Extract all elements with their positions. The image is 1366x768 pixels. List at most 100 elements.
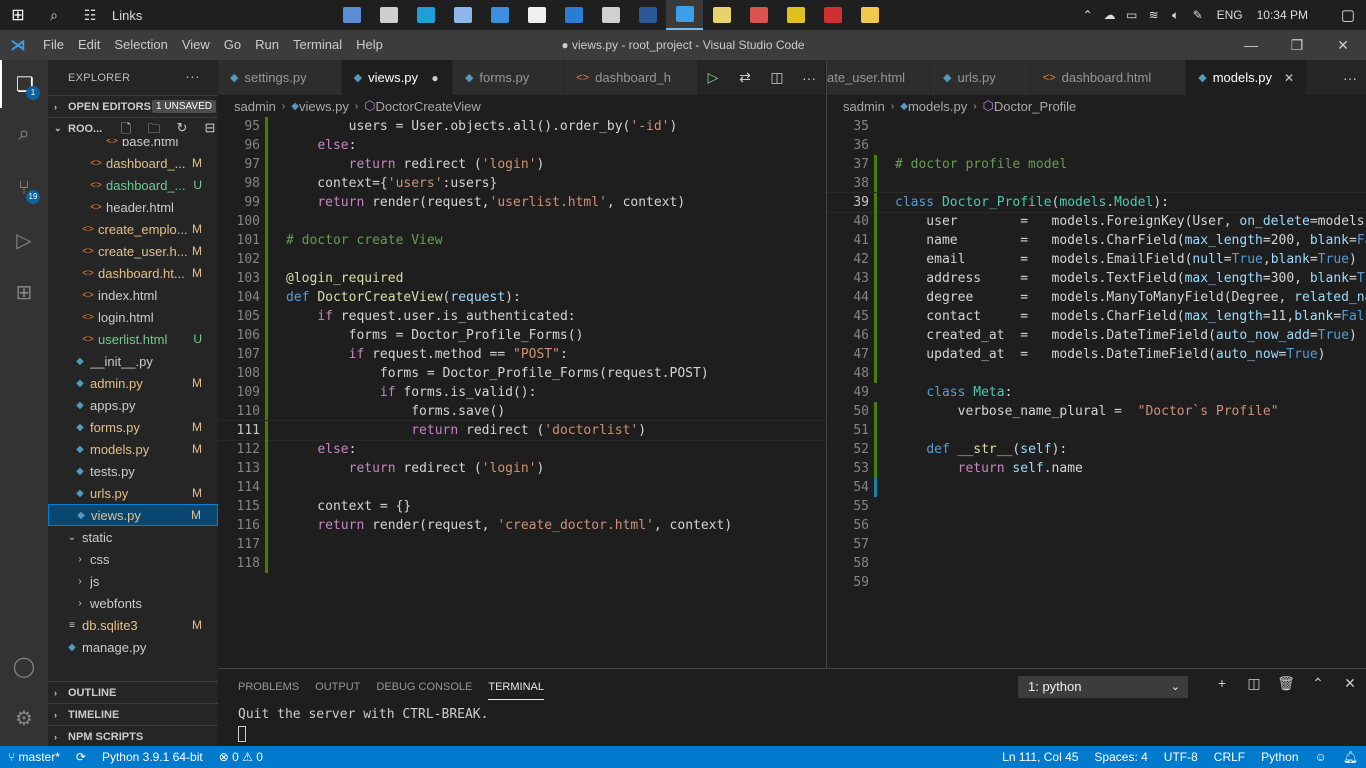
windows-start-icon[interactable]: ⊞ <box>0 0 36 30</box>
language-indicator[interactable]: ENG <box>1217 8 1243 22</box>
breadcrumb-item[interactable]: DoctorCreateView <box>376 99 481 114</box>
breadcrumb-item[interactable]: views.py <box>299 99 349 114</box>
file-item[interactable]: <> header.html <box>48 196 218 218</box>
breadcrumb-item[interactable]: models.py <box>908 99 967 114</box>
terminal-output[interactable]: Quit the server with CTRL-BREAK. <box>218 705 1366 743</box>
folder-item[interactable]: ⌄ static <box>48 526 218 548</box>
editor-tab[interactable]: ◆ forms.py <box>452 60 565 95</box>
file-item[interactable]: <> create_emplo... M <box>48 218 218 240</box>
file-item[interactable]: ◆ admin.py M <box>48 372 218 394</box>
taskbar-app-vscode[interactable] <box>666 0 703 30</box>
editor-tab[interactable]: ◆ views.py ● <box>341 60 453 95</box>
clock[interactable]: 10:34 PM <box>1257 8 1308 22</box>
search-icon[interactable]: ⌕ <box>0 110 48 158</box>
panel-tab[interactable]: OUTPUT <box>315 675 360 699</box>
close-icon[interactable]: ✕ <box>1320 30 1366 60</box>
encoding[interactable]: UTF-8 <box>1156 750 1206 764</box>
trash-icon[interactable]: 🗑︎ <box>1270 675 1302 692</box>
menu-item[interactable]: Go <box>217 30 248 60</box>
volume-icon[interactable]: 🔈︎ <box>1165 8 1187 23</box>
panel-tab[interactable]: PROBLEMS <box>238 675 299 699</box>
code-editor-left[interactable]: 95 users = User.objects.all().order_by('… <box>218 117 825 668</box>
editor-tab[interactable]: ◆ urls.py <box>931 60 1031 95</box>
explorer-icon[interactable]: ❏ 1 <box>0 60 48 108</box>
file-item[interactable]: <> create_user.h... M <box>48 240 218 262</box>
editor-tab[interactable]: ate_user.html <box>827 60 931 95</box>
taskbar-app-calculator[interactable] <box>592 0 629 30</box>
file-item[interactable]: <> login.html <box>48 306 218 328</box>
file-item[interactable]: <> dashboard_... U <box>48 174 218 196</box>
settings-gear-icon[interactable]: ⚙ <box>0 694 48 742</box>
project-root-section[interactable]: ⌄ ROO... 🗋︎ 🗀︎ ↻ ⊟ <box>48 117 218 139</box>
language-mode[interactable]: Python <box>1253 750 1306 764</box>
more-actions-icon[interactable]: ··· <box>1334 70 1366 86</box>
python-interpreter[interactable]: Python 3.9.1 64-bit <box>94 750 211 764</box>
add-terminal-icon[interactable]: + <box>1206 675 1238 692</box>
source-control-icon[interactable]: ⑂ 19 <box>0 164 48 212</box>
outline-section[interactable]: › OUTLINE <box>48 681 218 703</box>
file-item[interactable]: ◆ apps.py <box>48 394 218 416</box>
code-editor-right[interactable]: 35 36 37 # doctor profile model 38 39 class Do… <box>827 117 1366 668</box>
sync-icon[interactable]: ⟳ <box>68 750 94 764</box>
pen-icon[interactable]: ✎ <box>1187 8 1209 22</box>
file-item[interactable]: ◆ manage.py <box>48 636 218 658</box>
panel-tab[interactable]: TERMINAL <box>488 675 544 700</box>
folder-item[interactable]: › css <box>48 548 218 570</box>
taskbar-app-terminal[interactable] <box>370 0 407 30</box>
restore-icon[interactable]: ❐ <box>1274 30 1320 60</box>
cursor-position[interactable]: Ln 111, Col 45 <box>994 750 1086 764</box>
breadcrumb-item[interactable]: sadmin <box>843 99 885 114</box>
cloud-icon[interactable]: ☁ <box>1099 8 1121 22</box>
folder-item[interactable]: › js <box>48 570 218 592</box>
split-editor-icon[interactable]: ◫ <box>761 69 793 86</box>
close-tab-icon[interactable]: ✕ <box>1282 71 1296 85</box>
compare-changes-icon[interactable]: ⇄ <box>729 69 761 86</box>
editor-tab[interactable]: <> dashboard_h <box>564 60 707 95</box>
terminal-select[interactable]: 1: python ⌄ <box>1018 676 1188 698</box>
account-icon[interactable]: ◯ <box>0 642 48 690</box>
taskbar-app-photos[interactable] <box>333 0 370 30</box>
taskbar-app-paint[interactable] <box>740 0 777 30</box>
taskbar-app-word[interactable] <box>629 0 666 30</box>
file-item[interactable]: ◆ forms.py M <box>48 416 218 438</box>
open-editors-section[interactable]: › OPEN EDITORS 1 UNSAVED <box>48 95 218 117</box>
task-view-icon[interactable]: ☷ <box>72 0 108 30</box>
maximize-panel-icon[interactable]: ⌃ <box>1302 675 1334 692</box>
timeline-section[interactable]: › TIMELINE <box>48 703 218 725</box>
taskbar-app-edge[interactable] <box>407 0 444 30</box>
panel-tab[interactable]: DEBUG CONSOLE <box>376 675 472 699</box>
run-icon[interactable]: ▷ <box>697 69 729 86</box>
search-icon[interactable]: ⌕ <box>36 0 72 30</box>
menu-item[interactable]: View <box>175 30 217 60</box>
close-panel-icon[interactable]: ✕ <box>1334 675 1366 692</box>
npm-scripts-section[interactable]: › NPM SCRIPTS <box>48 725 218 747</box>
battery-icon[interactable]: ▭ <box>1121 8 1143 22</box>
taskbar-app-pc[interactable] <box>481 0 518 30</box>
file-item[interactable]: <> base.html <box>48 139 218 152</box>
minimize-icon[interactable]: — <box>1228 30 1274 60</box>
file-item[interactable]: <> dashboard.ht... M <box>48 262 218 284</box>
file-item[interactable]: ◆ models.py M <box>48 438 218 460</box>
taskbar-app-notes[interactable] <box>444 0 481 30</box>
breadcrumb-item[interactable]: sadmin <box>234 99 276 114</box>
menu-item[interactable]: Help <box>349 30 390 60</box>
file-item[interactable]: ◆ views.py M <box>48 504 218 526</box>
file-item[interactable]: ◆ tests.py <box>48 460 218 482</box>
notification-icon[interactable]: ▢ <box>1330 6 1366 24</box>
extensions-icon[interactable]: ⊞ <box>0 268 48 316</box>
bell-icon[interactable]: 🔔︎ <box>1335 750 1366 764</box>
menu-item[interactable]: Terminal <box>286 30 349 60</box>
taskbar-app-notepad[interactable] <box>703 0 740 30</box>
chevron-up-icon[interactable]: ⌃ <box>1077 8 1099 22</box>
taskbar-app-store[interactable] <box>518 0 555 30</box>
taskbar-app-explorer[interactable] <box>851 0 888 30</box>
indentation[interactable]: Spaces: 4 <box>1086 750 1155 764</box>
wifi-icon[interactable]: ≋ <box>1143 8 1165 22</box>
folder-item[interactable]: › webfonts <box>48 592 218 614</box>
feedback-icon[interactable]: ☺ <box>1307 750 1335 764</box>
run-debug-icon[interactable]: ▷ <box>0 216 48 264</box>
taskbar-app-chrome[interactable] <box>777 0 814 30</box>
links-toolbar[interactable]: Links <box>112 8 142 23</box>
menu-item[interactable]: File <box>36 30 71 60</box>
taskbar-app-opera[interactable] <box>814 0 851 30</box>
